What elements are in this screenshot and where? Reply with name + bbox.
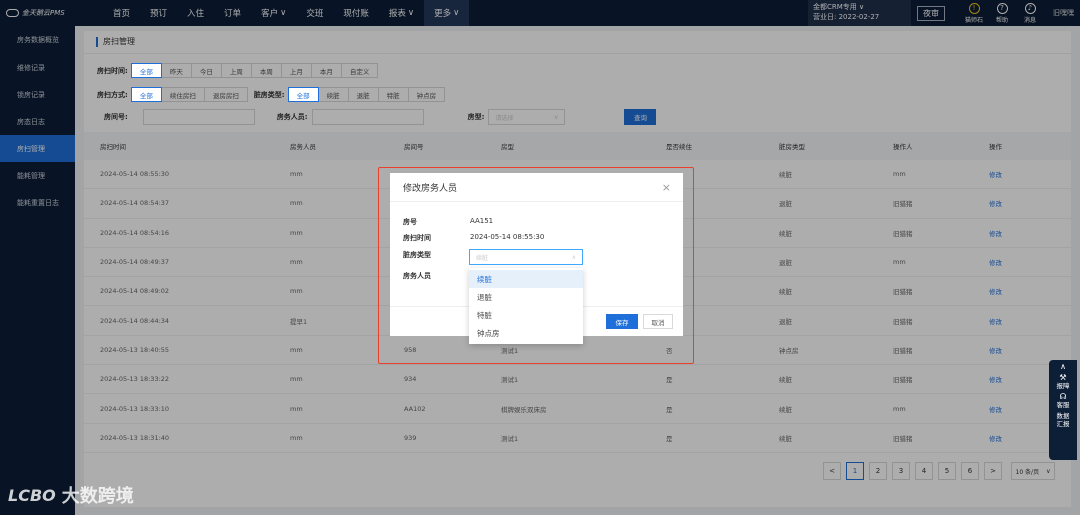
report-issue-button[interactable]: ⚒ 报障 bbox=[1056, 373, 1070, 391]
data-report-label: 数据 汇报 bbox=[1056, 412, 1070, 428]
modal-time-value: 2024-05-14 08:55:30 bbox=[470, 233, 545, 241]
chevron-up-icon: ∧ bbox=[1060, 362, 1066, 371]
dropdown-option[interactable]: 钟点房 bbox=[469, 324, 583, 342]
filter-option[interactable]: 全部 bbox=[287, 87, 319, 102]
cancel-button[interactable]: 取消 bbox=[643, 314, 673, 329]
dropdown-option[interactable]: 续脏 bbox=[469, 270, 583, 288]
dirty-type-placeholder: 续脏 bbox=[476, 254, 489, 262]
filter-option[interactable]: 全部 bbox=[130, 87, 162, 102]
headset-icon: ☊ bbox=[1059, 392, 1067, 401]
modal-type-row: 脏房类型 bbox=[403, 250, 470, 260]
collapse-button[interactable]: ∧ bbox=[1060, 363, 1066, 371]
support-button[interactable]: ☊ 客服 bbox=[1056, 392, 1070, 410]
watermark-text: 大数跨境 bbox=[61, 486, 134, 507]
modal-header: 修改房务人员 × bbox=[390, 173, 683, 202]
modal-type-label: 脏房类型 bbox=[403, 251, 431, 259]
modal-title: 修改房务人员 bbox=[403, 183, 458, 194]
chevron-up-icon: ∧ bbox=[571, 253, 576, 261]
modal-room-label: 房号 bbox=[403, 218, 417, 226]
watermark: LCBO 大数跨境 bbox=[8, 482, 134, 508]
modal-time-label: 房扫时间 bbox=[403, 234, 431, 242]
close-icon[interactable]: × bbox=[662, 181, 671, 194]
floating-panel: ∧ ⚒ 报障 ☊ 客服 数据 汇报 bbox=[1049, 360, 1077, 460]
data-report-button[interactable]: 数据 汇报 bbox=[1056, 412, 1070, 428]
dirty-type-select[interactable]: 续脏 ∧ bbox=[469, 249, 583, 265]
dropdown-option[interactable]: 退脏 bbox=[469, 288, 583, 306]
wrench-icon: ⚒ bbox=[1059, 373, 1067, 382]
save-button[interactable]: 保存 bbox=[606, 314, 638, 329]
modal-time-row: 房扫时间 2024-05-14 08:55:30 bbox=[403, 233, 544, 243]
dropdown-option[interactable]: 特脏 bbox=[469, 306, 583, 324]
dirty-type-dropdown: 续脏 退脏 特脏 钟点房 bbox=[469, 268, 583, 344]
modal-staff-label: 房务人员 bbox=[403, 272, 431, 280]
filter-option[interactable]: 全部 bbox=[130, 63, 162, 78]
report-issue-label: 报障 bbox=[1056, 382, 1070, 390]
watermark-logo: LCBO bbox=[8, 485, 56, 505]
modal-staff-row: 房务人员 bbox=[403, 271, 470, 281]
modal-room-value: AA151 bbox=[470, 217, 494, 225]
support-label: 客服 bbox=[1056, 401, 1070, 409]
modal-room-row: 房号 AA151 bbox=[403, 217, 493, 227]
